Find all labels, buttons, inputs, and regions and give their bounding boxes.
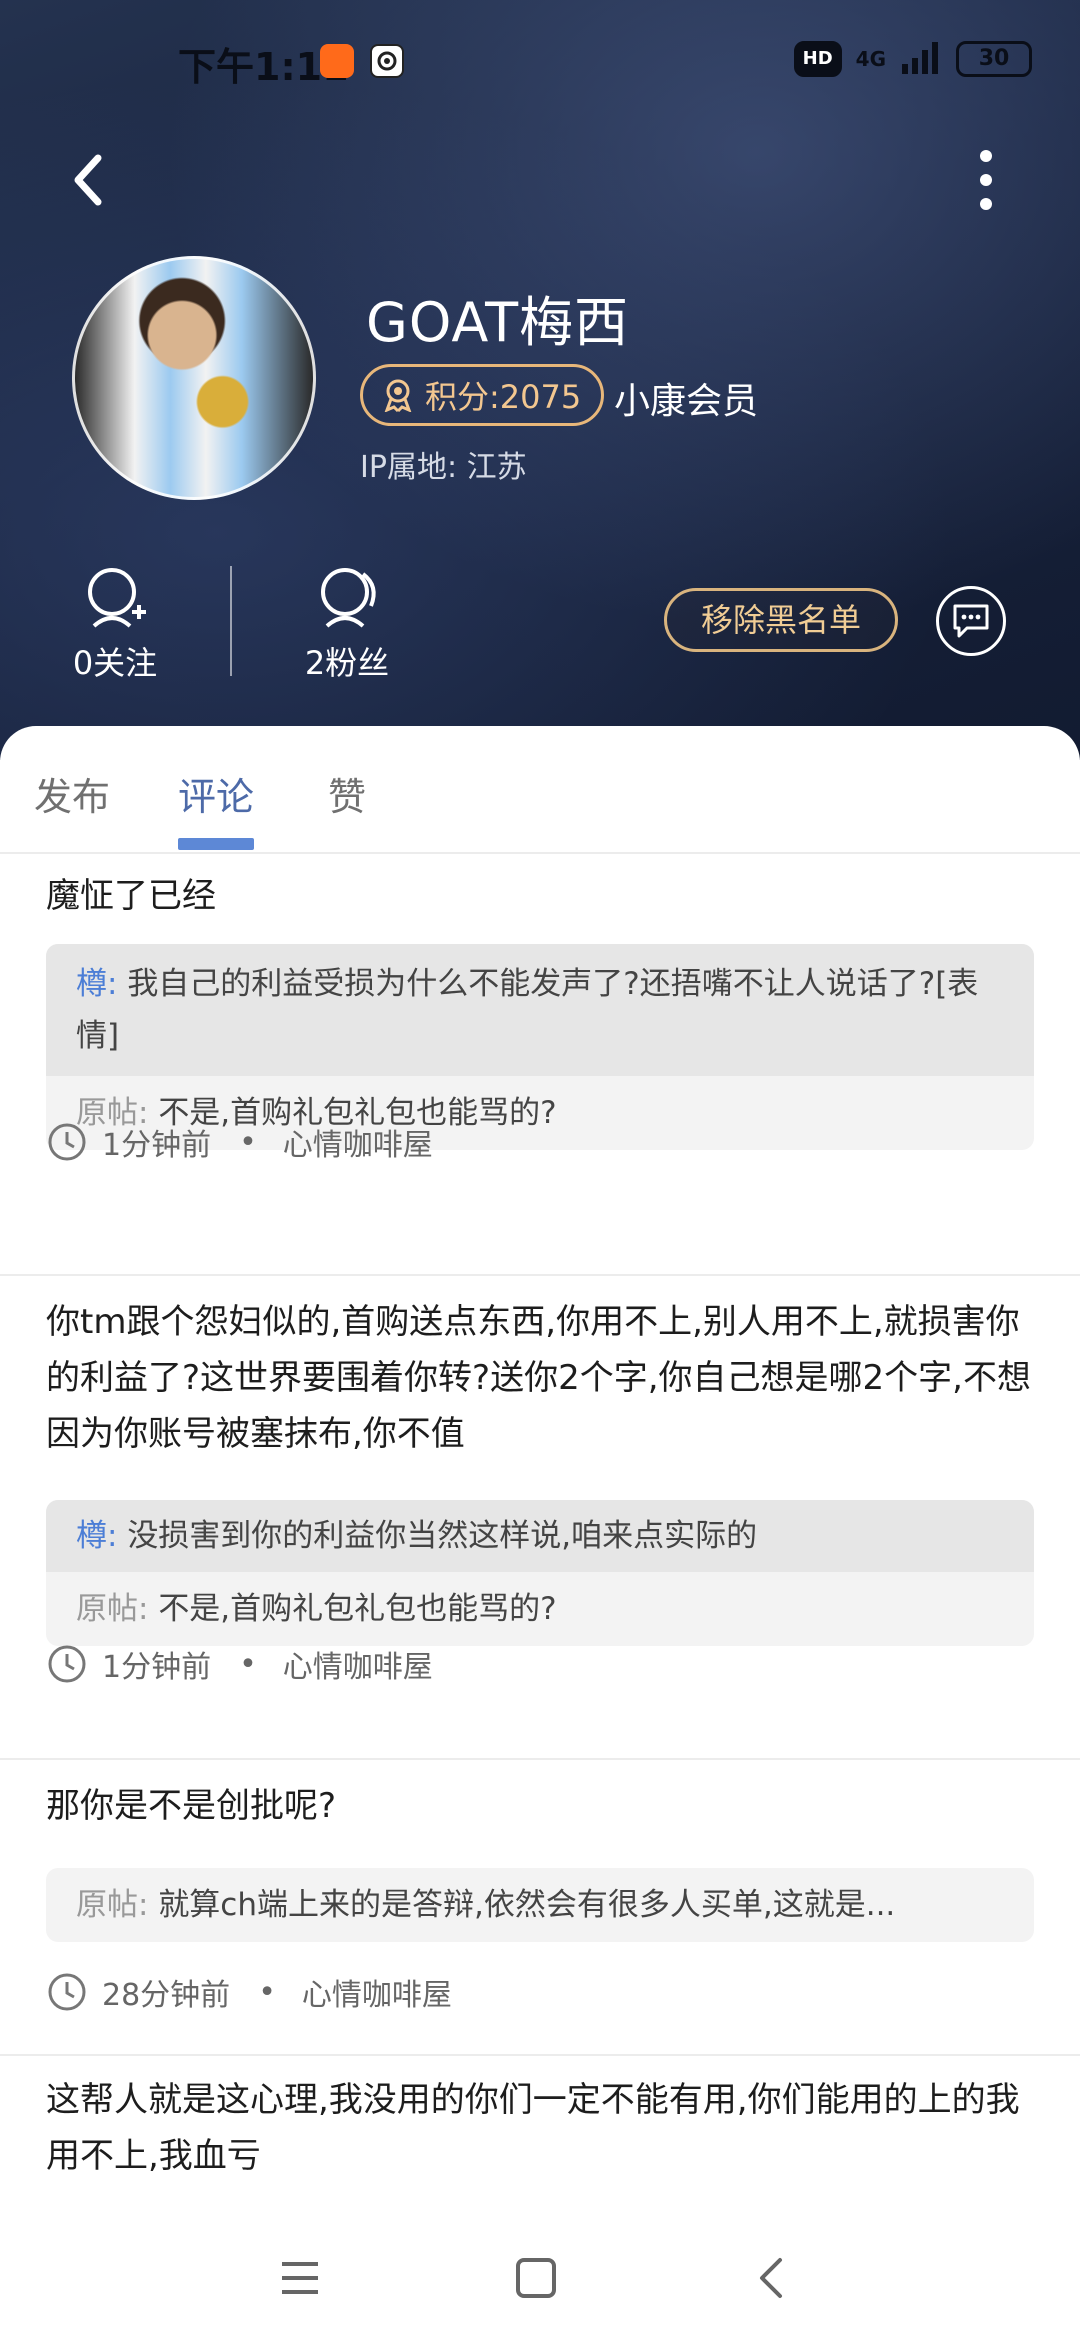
comment-meta: 1分钟前 • 心情咖啡屋	[46, 1642, 433, 1686]
quote-box[interactable]: 樽: 没损害到你的利益你当然这样说,咱来点实际的 原帖: 不是,首购礼包礼包也能…	[46, 1500, 1034, 1646]
comment-text: 这帮人就是这心理,我没用的你们一定不能有用,你们能用的上的我用不上,我血亏	[46, 2080, 1020, 2176]
network-label: 4G	[855, 47, 886, 71]
original-text: 就算ch端上来的是答辩,依然会有很多人买单,这就是...	[158, 1887, 896, 1923]
comment-time: 28分钟前	[102, 1978, 231, 2013]
comment-text: 你tm跟个怨妇似的,首购送点东西,你用不上,别人用不上,就损害你的利益了?这世界…	[46, 1302, 1031, 1454]
home-square-icon	[516, 2258, 556, 2298]
reply-author: 樽:	[76, 1518, 118, 1554]
settings-app-icon	[370, 44, 404, 78]
status-bar: 下午1:11 HD 4G 30	[0, 0, 1080, 120]
original-label: 原帖:	[76, 1591, 149, 1627]
quote-box[interactable]: 原帖: 就算ch端上来的是答辩,依然会有很多人买单,这就是...	[46, 1868, 1034, 1942]
follow-user-icon	[88, 568, 146, 628]
comment-text: 那你是不是创批呢?	[46, 1786, 337, 1826]
back-triangle-icon	[760, 2258, 782, 2298]
comment-time: 1分钟前	[102, 1128, 212, 1163]
comment-item[interactable]: 这帮人就是这心理,我没用的你们一定不能有用,你们能用的上的我用不上,我血亏	[0, 2056, 1080, 2216]
follow-count: 0关注	[72, 644, 158, 682]
clock-icon	[48, 1123, 86, 1161]
comment-time: 1分钟前	[102, 1650, 212, 1685]
tab-active-indicator	[178, 838, 254, 850]
tab-bar: 发布 评论 赞	[0, 726, 1080, 854]
comment-item[interactable]: 魔怔了已经 樽: 我自己的利益受损为什么不能发声了?还捂嘴不让人说话了?[表情]…	[0, 854, 1080, 1234]
avatar[interactable]	[72, 256, 316, 500]
original-label: 原帖:	[76, 1887, 149, 1923]
original-post: 原帖: 不是,首购礼包礼包也能骂的?	[46, 1572, 1034, 1646]
original-text: 不是,首购礼包礼包也能骂的?	[158, 1591, 557, 1627]
battery-icon: 30	[956, 41, 1032, 77]
fans-stat[interactable]: 2粉丝	[282, 566, 412, 684]
reply-quote: 樽: 我自己的利益受损为什么不能发声了?还捂嘴不让人说话了?[表情]	[46, 944, 1034, 1076]
system-nav-bar	[0, 2218, 1080, 2340]
comment-board[interactable]: 心情咖啡屋	[283, 1642, 433, 1686]
taobao-app-icon	[320, 44, 354, 78]
home-nav-button[interactable]	[506, 2248, 566, 2308]
back-button[interactable]	[62, 150, 122, 210]
content-sheet: 发布 评论 赞 魔怔了已经 樽: 我自己的利益受损为什么不能发声了?还捂嘴不让人…	[0, 726, 1080, 2340]
hd-badge: HD	[793, 41, 842, 77]
comment-board[interactable]: 心情咖啡屋	[302, 1970, 452, 2014]
tab-comments[interactable]: 评论	[178, 766, 254, 821]
signal-icon	[900, 40, 942, 78]
medal-icon	[384, 379, 412, 412]
menu-icon	[282, 2262, 318, 2294]
fans-users-icon	[321, 568, 376, 628]
fans-count: 2粉丝	[304, 644, 390, 682]
message-button[interactable]	[936, 586, 1006, 656]
comment-meta: 1分钟前 • 心情咖啡屋	[46, 1120, 433, 1164]
profile-header: 下午1:11 HD 4G 30 GOAT梅西 积分:2075 小康会员 IP属地…	[0, 0, 1080, 760]
back-nav-button[interactable]	[742, 2248, 802, 2308]
original-post: 原帖: 就算ch端上来的是答辩,依然会有很多人买单,这就是...	[46, 1868, 1034, 1942]
follow-stat[interactable]: 0关注	[50, 566, 180, 684]
more-button[interactable]	[966, 148, 1006, 212]
reply-quote: 樽: 没损害到你的利益你当然这样说,咱来点实际的	[46, 1500, 1034, 1572]
member-level[interactable]: 小康会员	[614, 372, 758, 424]
tab-posts[interactable]: 发布	[34, 766, 110, 821]
comment-item[interactable]: 那你是不是创批呢? 原帖: 就算ch端上来的是答辩,依然会有很多人买单,这就是.…	[0, 1760, 1080, 2050]
reply-text: 我自己的利益受损为什么不能发声了?还捂嘴不让人说话了?[表情]	[76, 966, 979, 1054]
comment-item[interactable]: 你tm跟个怨妇似的,首购送点东西,你用不上,别人用不上,就损害你的利益了?这世界…	[0, 1276, 1080, 1756]
status-indicators: HD 4G 30	[793, 40, 1032, 78]
clock-icon	[48, 1645, 86, 1683]
reply-author: 樽:	[76, 966, 118, 1002]
remove-blacklist-button[interactable]: 移除黑名单	[664, 588, 898, 652]
menu-nav-button[interactable]	[270, 2248, 330, 2308]
comment-meta: 28分钟前 • 心情咖啡屋	[46, 1970, 452, 2014]
comment-text: 魔怔了已经	[46, 876, 216, 916]
ip-location: IP属地: 江苏	[360, 450, 527, 485]
more-vertical-icon	[980, 150, 992, 210]
chevron-left-icon	[74, 154, 102, 206]
profile-name: GOAT梅西	[366, 291, 630, 354]
chat-icon	[953, 604, 989, 638]
stat-divider	[230, 566, 232, 676]
score-text: 积分:2075	[425, 378, 582, 416]
comment-board[interactable]: 心情咖啡屋	[283, 1120, 433, 1164]
score-badge[interactable]: 积分:2075	[360, 364, 605, 426]
clock-icon	[48, 1973, 86, 2011]
tab-likes[interactable]: 赞	[328, 766, 366, 821]
reply-text: 没损害到你的利益你当然这样说,咱来点实际的	[127, 1518, 758, 1554]
